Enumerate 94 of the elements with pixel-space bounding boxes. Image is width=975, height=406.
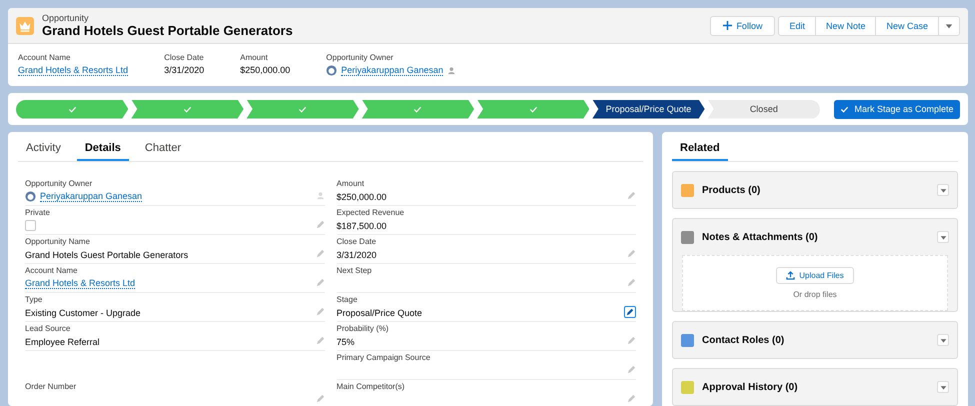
path-stage[interactable] xyxy=(131,100,244,118)
field-label: Type xyxy=(25,295,44,304)
field-value: Employee Referral xyxy=(25,336,100,346)
field-value: $250,000.00 xyxy=(336,192,387,202)
pencil-icon[interactable] xyxy=(627,191,636,200)
account-link[interactable]: Grand Hotels & Resorts Ltd xyxy=(25,278,136,289)
highlight-label: Account Name xyxy=(18,53,72,62)
highlight-value: $250,000.00 xyxy=(240,65,290,75)
field-label: Main Competitor(s) xyxy=(336,382,406,391)
pencil-icon[interactable] xyxy=(316,220,324,229)
field-label: Order Number xyxy=(25,382,78,391)
path-stage[interactable] xyxy=(246,100,359,118)
card-title[interactable]: Products (0) xyxy=(702,184,929,196)
object-type: Opportunity xyxy=(42,13,90,23)
card-title[interactable]: Notes & Attachments (0) xyxy=(702,232,929,242)
field-value: Proposal/Price Quote xyxy=(336,308,422,318)
plus-icon xyxy=(723,21,732,30)
path-stage[interactable]: Proposal/Price Quote xyxy=(592,100,705,118)
path-stage[interactable]: Closed xyxy=(708,100,820,118)
follow-button[interactable]: Follow xyxy=(710,16,776,36)
highlight-label: Close Date xyxy=(164,53,204,62)
highlight-label: Opportunity Owner xyxy=(326,53,394,62)
dropdown-icon xyxy=(940,186,946,194)
field-label: Primary Campaign Source xyxy=(336,353,432,362)
pencil-icon[interactable] xyxy=(316,307,324,316)
check-icon xyxy=(68,104,77,114)
field-label: Stage xyxy=(336,295,358,304)
tab[interactable]: Chatter xyxy=(136,132,189,161)
owner-link[interactable]: Periyakaruppan Ganesan xyxy=(341,65,444,76)
pencil-icon[interactable] xyxy=(316,249,324,258)
avatar-icon xyxy=(326,65,338,76)
pencil-icon[interactable] xyxy=(316,336,324,345)
more-actions-button[interactable] xyxy=(938,16,960,36)
check-icon xyxy=(413,104,422,114)
path-stage[interactable] xyxy=(16,100,128,118)
field-label: Account Name xyxy=(25,266,78,275)
tab[interactable]: Related xyxy=(672,132,728,161)
record-title: Grand Hotels Guest Portable Generators xyxy=(42,23,294,38)
field-label: Amount xyxy=(336,179,366,188)
field-label: Expected Revenue xyxy=(336,208,406,217)
check-icon xyxy=(298,104,308,114)
highlight-value: 3/31/2020 xyxy=(164,65,204,75)
field-label: Probability (%) xyxy=(336,324,390,333)
action-button[interactable]: New Note xyxy=(814,16,876,36)
card-title[interactable]: Contact Roles (0) xyxy=(702,334,929,346)
card-menu-button[interactable] xyxy=(937,334,949,346)
field-label: Private xyxy=(25,208,51,217)
upload-files-button[interactable]: Upload Files xyxy=(776,267,854,284)
card-title[interactable]: Approval History (0) xyxy=(702,382,929,392)
field-value: 75% xyxy=(336,336,355,346)
highlight-label: Amount xyxy=(240,53,269,62)
card-menu-button[interactable] xyxy=(937,381,949,393)
tab[interactable]: Activity xyxy=(18,132,69,161)
pencil-icon[interactable] xyxy=(316,278,324,287)
check-icon xyxy=(840,104,850,114)
change-owner-icon[interactable] xyxy=(316,191,324,200)
field-value: Grand Hotels Guest Portable Generators xyxy=(25,250,188,260)
dropdown-icon xyxy=(940,384,946,390)
edit-button[interactable] xyxy=(624,306,636,318)
field-label: Next Step xyxy=(336,266,373,275)
pencil-icon[interactable] xyxy=(627,278,636,287)
path-stage[interactable] xyxy=(477,100,590,118)
field-label: Lead Source xyxy=(25,324,72,333)
field-value: Existing Customer - Upgrade xyxy=(25,308,141,318)
field-value: 3/31/2020 xyxy=(336,250,377,260)
action-button[interactable]: Edit xyxy=(778,16,816,36)
card-menu-button[interactable] xyxy=(937,184,949,196)
change-owner-icon[interactable] xyxy=(447,66,456,75)
action-button[interactable]: New Case xyxy=(875,16,939,36)
pencil-icon[interactable] xyxy=(627,365,636,374)
field-label: Close Date xyxy=(336,237,378,246)
dropdown-icon xyxy=(940,234,946,240)
owner-link[interactable]: Periyakaruppan Ganesan xyxy=(40,191,142,202)
crown-icon xyxy=(16,16,34,34)
tab[interactable]: Details xyxy=(76,132,129,161)
dropdown-icon xyxy=(945,22,953,30)
dropdown-icon xyxy=(940,336,946,344)
check-icon xyxy=(182,104,192,114)
account-link[interactable]: Grand Hotels & Resorts Ltd xyxy=(18,65,128,76)
pencil-icon[interactable] xyxy=(627,336,636,345)
check-icon xyxy=(528,104,538,114)
private-checkbox[interactable] xyxy=(25,220,36,231)
field-value: $187,500.00 xyxy=(336,220,387,230)
pencil-icon[interactable] xyxy=(316,394,324,403)
upload-icon xyxy=(786,271,796,280)
avatar-icon xyxy=(25,191,36,202)
field-label: Opportunity Owner xyxy=(25,179,94,188)
drop-hint: Or drop files xyxy=(793,290,837,299)
mark-complete-button[interactable]: Mark Stage as Complete xyxy=(834,100,960,118)
pencil-icon[interactable] xyxy=(627,249,636,258)
card-menu-button[interactable] xyxy=(937,231,949,243)
field-label: Opportunity Name xyxy=(25,237,91,246)
pencil-icon[interactable] xyxy=(627,394,636,403)
path-stage[interactable] xyxy=(362,100,474,118)
